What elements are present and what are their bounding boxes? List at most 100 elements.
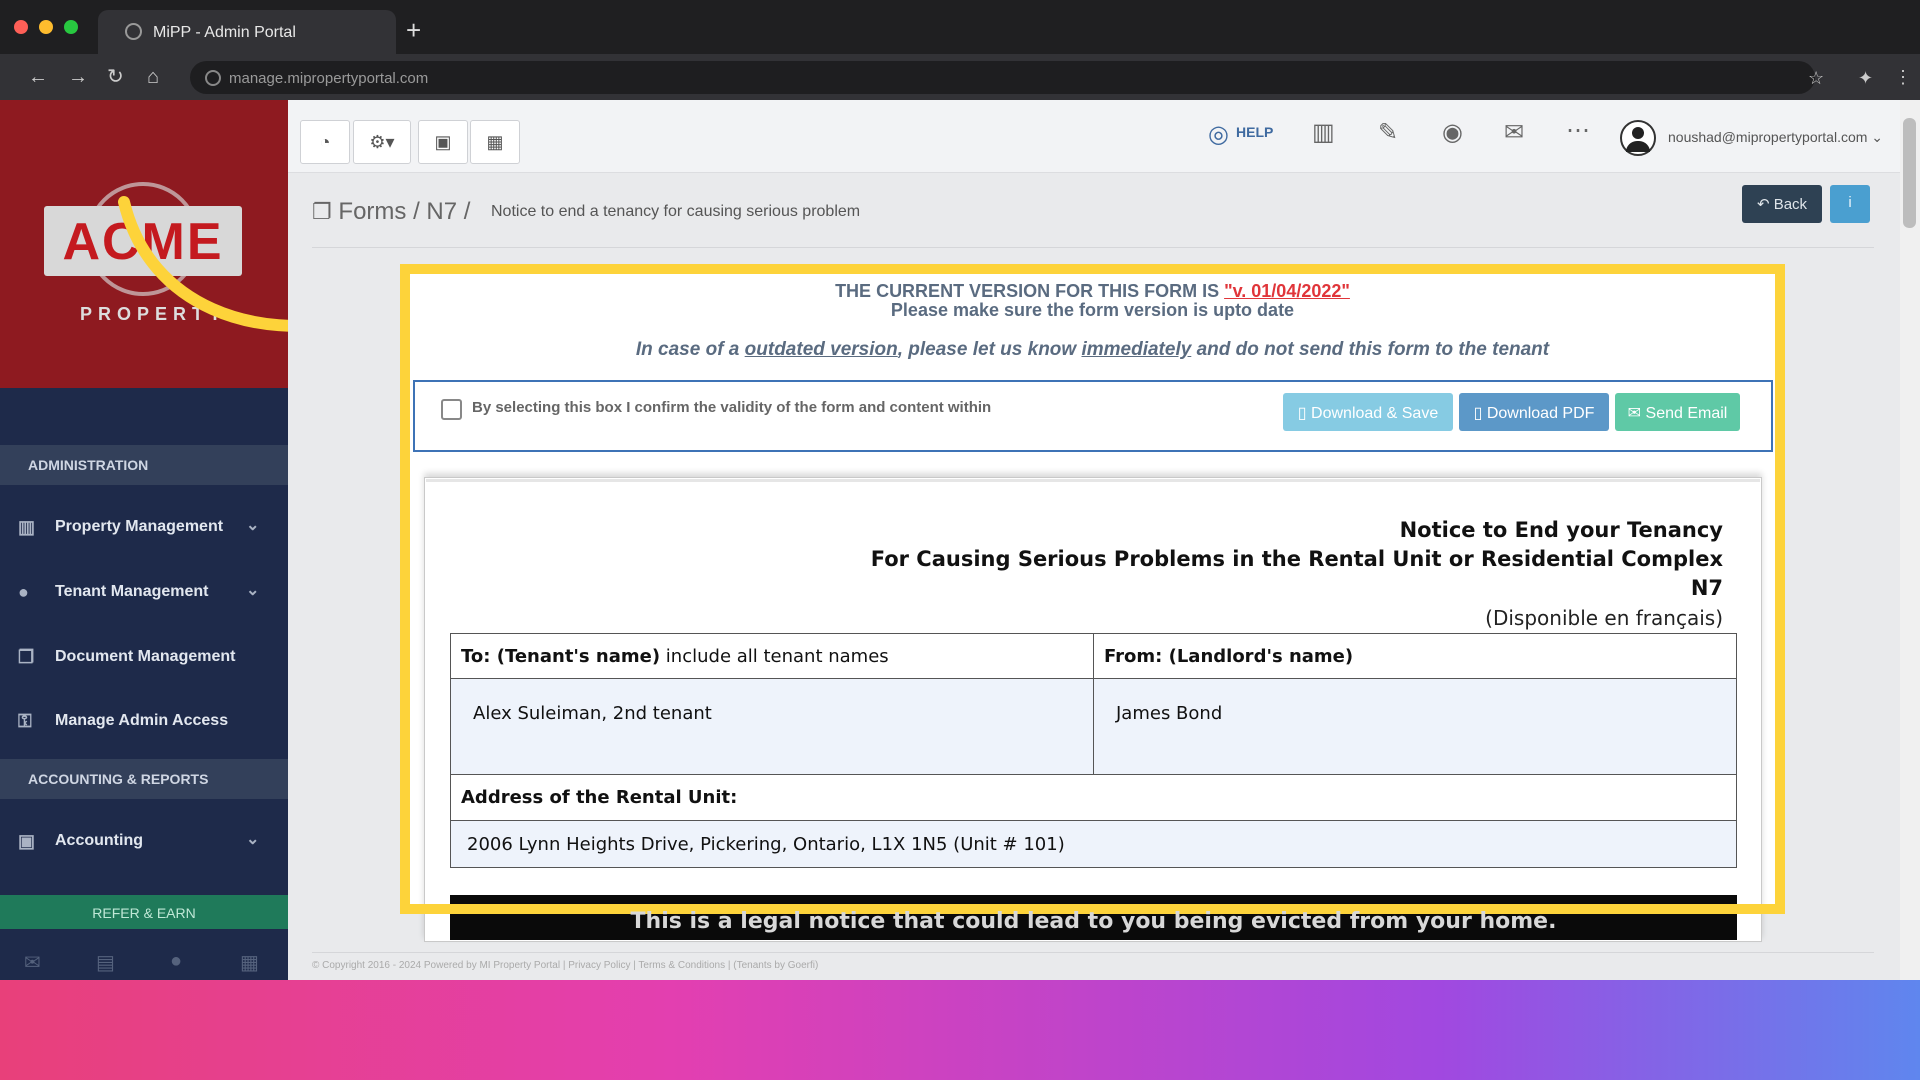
new-tab-button[interactable]: + [406, 16, 421, 44]
download-pdf-label: Download PDF [1486, 405, 1595, 422]
forms-icon: ❐ [312, 199, 332, 224]
confirm-checkbox[interactable] [441, 399, 462, 420]
calendar-icon[interactable]: ▣ [418, 120, 468, 164]
wrench-icon[interactable]: ✎ [1378, 118, 1398, 147]
mail-icon[interactable]: ✉ [24, 950, 41, 975]
chevron-down-icon: ⌄ [246, 582, 260, 599]
to-label-bold: To: (Tenant's name) [461, 646, 661, 667]
document-title: Notice to End your Tenancy [1399, 518, 1723, 542]
back-button-label: Back [1773, 196, 1808, 213]
avatar-head [1632, 127, 1644, 139]
outdated-version-link[interactable]: outdated version [745, 339, 898, 360]
immediately-link[interactable]: immediately [1081, 339, 1191, 360]
home-icon[interactable]: ⌂ [147, 66, 159, 88]
file-icon: ▯ [1297, 405, 1312, 422]
chevron-down-icon: ⌄ [246, 517, 260, 534]
maximize-window-button[interactable] [64, 20, 78, 34]
version-notice: THE CURRENT VERSION FOR THIS FORM IS "v.… [410, 281, 1775, 302]
document-subtitle: For Causing Serious Problems in the Rent… [870, 547, 1723, 571]
user-menu[interactable]: noushad@mipropertyportal.com ⌄ [1668, 129, 1883, 146]
to-label-cell: To: (Tenant's name) include all tenant n… [450, 633, 1094, 679]
forward-arrow-icon[interactable]: → [68, 66, 88, 88]
money-icon: ▣ [18, 831, 36, 851]
refer-and-earn-button[interactable]: REFER & EARN [0, 895, 288, 929]
sidebar-item-label: Property Management [55, 518, 224, 535]
scrollbar-thumb[interactable] [1903, 118, 1916, 228]
breadcrumb-forms[interactable]: Forms [338, 198, 406, 225]
building-icon: ▥ [18, 517, 36, 537]
breadcrumb-n7[interactable]: N7 [426, 198, 457, 225]
more-options-icon[interactable]: ⋯ [1566, 116, 1590, 145]
divider [312, 247, 1874, 248]
envelope-icon[interactable]: ✉ [1504, 118, 1524, 147]
site-info-icon[interactable] [205, 70, 221, 86]
back-arrow-icon[interactable]: ← [28, 66, 48, 88]
download-save-label: Download & Save [1311, 405, 1439, 422]
info-button[interactable]: i [1830, 185, 1870, 223]
address-bar[interactable] [190, 61, 1815, 94]
footer-divider [312, 952, 1874, 953]
bar-chart-icon[interactable]: ▥ [1312, 118, 1335, 147]
back-button[interactable]: ↶ Back [1742, 185, 1822, 223]
send-email-button[interactable]: ✉ Send Email [1615, 393, 1740, 431]
reload-icon[interactable]: ↻ [107, 66, 124, 88]
from-label-cell: From: (Landlord's name) [1093, 633, 1737, 679]
address-field[interactable]: 2006 Lynn Heights Drive, Pickering, Onta… [450, 820, 1737, 868]
tenant-name-value: Alex Suleiman, 2nd tenant [473, 703, 712, 724]
legal-banner-text: This is a legal notice that could lead t… [630, 909, 1557, 934]
sidebar-item-accounting[interactable]: ▣ Accounting ⌄ [0, 811, 288, 871]
browser-menu-icon[interactable]: ⋮ [1894, 66, 1912, 88]
version-warning: In case of a outdated version, please le… [410, 339, 1775, 361]
from-label: From: (Landlord's name) [1104, 646, 1354, 667]
version-notice-line2: Please make sure the form version is upt… [890, 300, 1295, 320]
sidebar-item-manage-admin-access[interactable]: ⚿ Manage Admin Access [0, 691, 288, 751]
url-text[interactable]: manage.mipropertyportal.com [229, 70, 428, 87]
calculator-icon[interactable]: ▦ [470, 120, 520, 164]
sidebar-item-document-management[interactable]: ❐ Document Management [0, 627, 288, 687]
download-save-button[interactable]: ▯ Download & Save [1283, 393, 1453, 431]
scrollbar[interactable] [1900, 100, 1920, 980]
chevron-down-icon: ⌄ [246, 831, 260, 848]
section-accounting-reports: ACCOUNTING & REPORTS [0, 759, 288, 799]
extensions-icon[interactable]: ✦ [1858, 67, 1873, 89]
close-window-button[interactable] [14, 20, 28, 34]
user-email: noushad@mipropertyportal.com [1668, 129, 1868, 145]
bookmark-star-icon[interactable]: ☆ [1808, 67, 1824, 89]
reply-icon: ↶ [1756, 196, 1774, 213]
breadcrumb: ❐ Forms / N7 / [312, 198, 470, 226]
section-administration: ADMINISTRATION [0, 445, 288, 485]
warning-text: In case of a [635, 339, 745, 360]
download-pdf-button[interactable]: ▯ Download PDF [1459, 393, 1609, 431]
address-label-cell: Address of the Rental Unit: [450, 774, 1737, 821]
document-french-note: (Disponible en français) [1485, 606, 1723, 630]
briefcase-icon[interactable]: ▤ [96, 950, 115, 975]
address-label: Address of the Rental Unit: [461, 787, 738, 808]
minimize-window-button[interactable] [39, 20, 53, 34]
sidebar-item-property-management[interactable]: ▥ Property Management ⌄ [0, 497, 288, 557]
breadcrumb-current: Notice to end a tenancy for causing seri… [491, 203, 861, 220]
tab-title: MiPP - Admin Portal [153, 24, 296, 41]
sidebar-item-tenant-management[interactable]: ● Tenant Management ⌄ [0, 562, 288, 622]
to-label-rest: include all tenant names [660, 646, 889, 667]
help-link[interactable]: HELP [1236, 124, 1273, 140]
confirm-label[interactable]: By selecting this box I confirm the vali… [472, 399, 991, 416]
lifebuoy-icon[interactable]: ◎ [1208, 120, 1229, 149]
tenant-name-field[interactable]: Alex Suleiman, 2nd tenant [450, 678, 1094, 775]
info-icon: i [1848, 194, 1852, 211]
user-icon[interactable]: ● [170, 950, 182, 973]
eye-icon[interactable]: ◉ [1442, 118, 1463, 147]
calculator-icon[interactable]: ▦ [240, 950, 259, 975]
footer-text: © Copyright 2016 - 2024 Powered by MI Pr… [312, 960, 819, 971]
breadcrumb-separator: / [413, 198, 420, 225]
pdf-icon: ▯ [1473, 405, 1487, 422]
sidebar-item-label: Accounting [55, 832, 143, 849]
version-link[interactable]: "v. 01/04/2022" [1224, 281, 1350, 301]
sidebar-item-label: Manage Admin Access [55, 712, 229, 729]
sidebar-item-label: Document Management [55, 648, 236, 665]
top-bar [288, 100, 1900, 173]
settings-gear-icon[interactable]: ⚙▾ [353, 120, 411, 164]
send-email-label: Send Email [1645, 405, 1728, 422]
dashboard-icon[interactable]: ◔ [300, 120, 350, 164]
landlord-name-field[interactable]: James Bond [1093, 678, 1737, 775]
breadcrumb-separator: / [463, 198, 471, 225]
